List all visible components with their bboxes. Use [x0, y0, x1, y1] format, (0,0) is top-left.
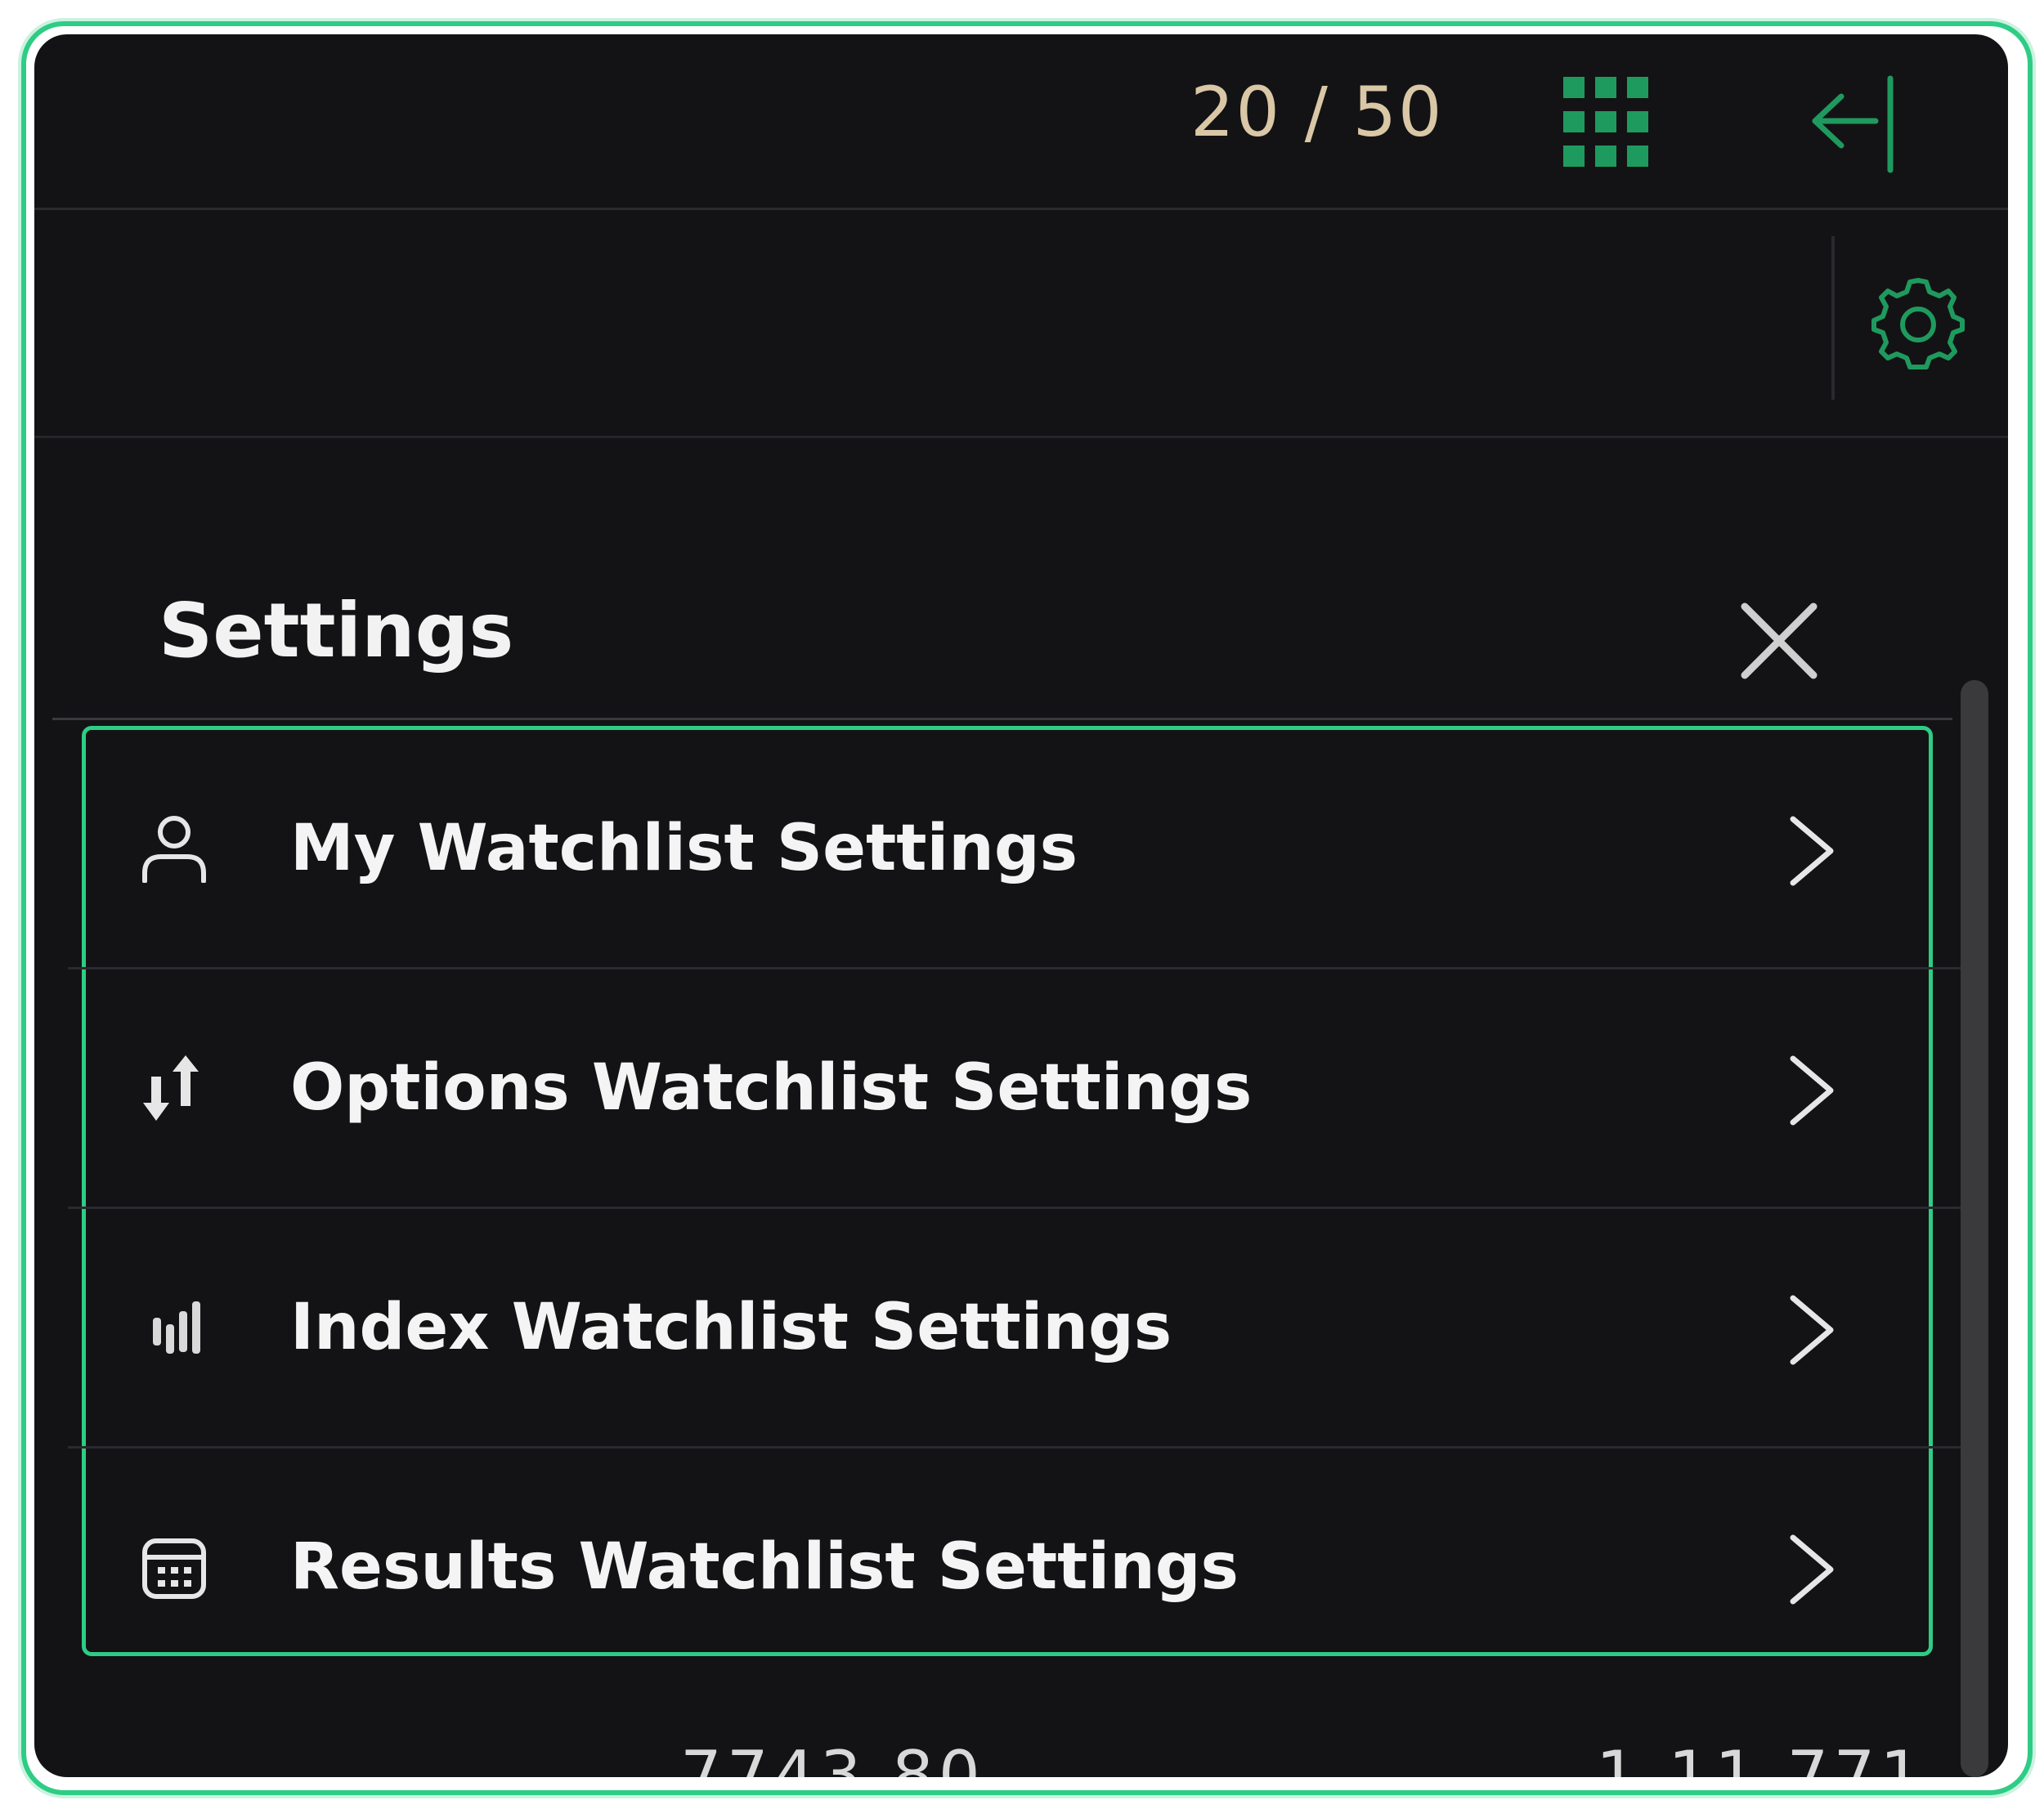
gear-icon[interactable]: [1871, 275, 1966, 370]
settings-panel-header: Settings: [52, 525, 1952, 720]
vertical-divider: [1831, 236, 1835, 400]
app-window: 20 / 50 Settings My Watchlist Settings O…: [34, 34, 2008, 1777]
sub-bar: [34, 210, 2008, 438]
bar-signal-icon: [153, 1301, 200, 1354]
menu-item-label: Options Watchlist Settings: [290, 1051, 1253, 1125]
top-bar: 20 / 50: [34, 34, 2008, 210]
partial-row-value: 7743.80: [680, 1737, 985, 1777]
settings-menu: My Watchlist Settings Options Watchlist …: [68, 726, 1968, 1656]
grid-icon[interactable]: [1563, 77, 1648, 167]
user-icon: [142, 816, 206, 883]
calendar-icon: [142, 1538, 206, 1599]
chevron-right-icon: [1790, 816, 1834, 886]
menu-item-label: My Watchlist Settings: [290, 812, 1078, 885]
menu-item-index-watchlist-settings[interactable]: Index Watchlist Settings: [86, 1209, 1929, 1446]
menu-item-label: Results Watchlist Settings: [290, 1530, 1239, 1604]
menu-item-my-watchlist-settings[interactable]: My Watchlist Settings: [86, 730, 1929, 967]
scrollbar[interactable]: [1961, 680, 1988, 1777]
menu-item-label: Index Watchlist Settings: [290, 1291, 1172, 1364]
menu-item-results-watchlist-settings[interactable]: Results Watchlist Settings: [86, 1449, 1929, 1686]
chevron-right-icon: [1790, 1534, 1834, 1605]
page-title: Settings: [159, 587, 514, 674]
chevron-right-icon: [1790, 1295, 1834, 1365]
partial-row-value: 1,11,771: [1596, 1737, 1927, 1777]
menu-item-options-watchlist-settings[interactable]: Options Watchlist Settings: [86, 969, 1929, 1207]
arrows-up-down-icon: [143, 1055, 199, 1121]
collapse-panel-icon[interactable]: [1809, 75, 1898, 173]
chevron-right-icon: [1790, 1055, 1834, 1126]
watchlist-count: 20 / 50: [1190, 72, 1444, 152]
close-icon[interactable]: [1737, 598, 1822, 683]
